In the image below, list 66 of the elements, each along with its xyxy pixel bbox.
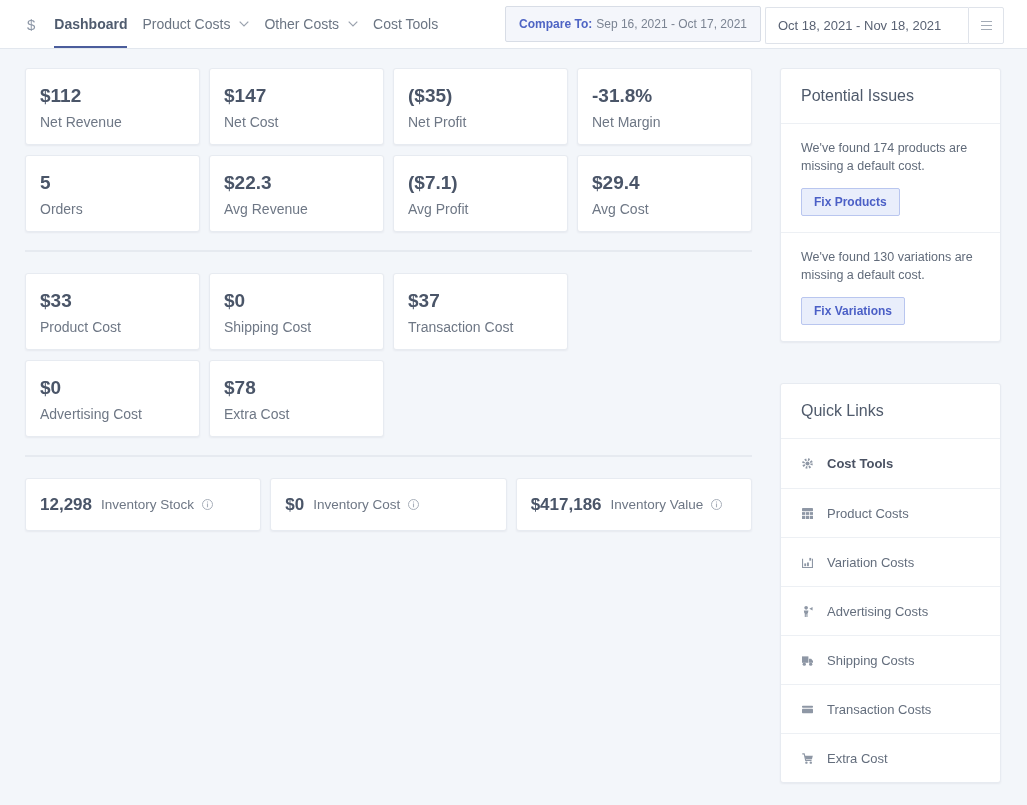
stat-label: Transaction Cost	[408, 318, 515, 336]
date-range-field[interactable]: Oct 18, 2021 - Nov 18, 2021	[765, 6, 968, 44]
inventory-label: Inventory Stock	[101, 497, 195, 512]
stat-label: Extra Cost	[224, 405, 291, 423]
quick-link[interactable]: Shipping Costs	[781, 635, 1000, 684]
stat-value: $0	[40, 376, 63, 400]
quick-link[interactable]: Product Costs	[781, 488, 1000, 537]
quick-link[interactable]: Advertising Costs	[781, 586, 1000, 635]
app-logo: $	[27, 15, 36, 33]
stat-value: $147	[224, 84, 268, 108]
stat-label: Orders	[40, 200, 84, 218]
stat-value: ($7.1)	[408, 171, 459, 195]
stat-label: Shipping Cost	[224, 318, 313, 336]
menu-button[interactable]	[968, 6, 1004, 44]
stat-label: Advertising Cost	[40, 405, 143, 423]
chart-icon	[802, 556, 813, 568]
stat-label: Product Cost	[40, 318, 122, 336]
nav-tab[interactable]: Cost Tools	[373, 0, 439, 48]
quick-link[interactable]: Extra Cost	[781, 733, 1000, 782]
chevron-down-icon	[239, 21, 250, 27]
inventory-label: Inventory Value	[610, 497, 704, 512]
nav-tab[interactable]: Other Costs	[264, 0, 359, 48]
stat-label: Net Revenue	[40, 113, 123, 131]
info-icon[interactable]	[408, 499, 420, 510]
truck-icon	[802, 654, 813, 666]
menu-icon	[980, 20, 992, 30]
stat-label: Net Cost	[224, 113, 280, 131]
stat-label: Net Margin	[592, 113, 662, 131]
compare-range-button[interactable]: Compare To: Sep 16, 2021 - Oct 17, 2021	[505, 6, 761, 42]
chevron-down-icon	[348, 21, 359, 27]
fix-button[interactable]: Fix Products	[801, 188, 900, 216]
panel-title: Potential Issues	[781, 69, 1000, 124]
stat-label: Avg Revenue	[224, 200, 309, 218]
stat-value: $0	[224, 289, 247, 313]
stat-value: 5	[40, 171, 52, 195]
fix-button[interactable]: Fix Variations	[801, 297, 906, 325]
stat-label: Avg Cost	[592, 200, 650, 218]
panel-title: Quick Links	[781, 384, 1000, 439]
cart-icon	[802, 752, 813, 764]
nav-tab[interactable]: Dashboard	[54, 0, 128, 48]
stat-label: Net Profit	[408, 113, 468, 131]
nav-tab[interactable]: Product Costs	[142, 0, 250, 48]
issue-message: We've found 130 variations are missing a default cost.	[801, 249, 974, 284]
stat-value: $22.3	[224, 171, 273, 195]
stat-value: -31.8%	[592, 84, 654, 108]
inventory-value: $417,186	[530, 494, 602, 515]
inventory-label: Inventory Cost	[313, 497, 401, 512]
issue-message: We've found 174 products are missing a default cost.	[801, 140, 969, 175]
credit-card-icon	[802, 703, 813, 715]
stat-value: $112	[40, 84, 83, 108]
stat-value: $33	[40, 289, 73, 313]
stat-value: $37	[408, 289, 441, 313]
stat-value: $29.4	[592, 171, 641, 195]
stat-value: $78	[224, 376, 257, 400]
person-icon	[802, 605, 813, 617]
inventory-value: $0	[285, 494, 305, 515]
table-icon	[802, 507, 813, 519]
inventory-value: 12,298	[40, 494, 92, 515]
quick-link[interactable]: Cost Tools	[781, 439, 1000, 488]
stat-value: ($35)	[408, 84, 454, 108]
quick-link[interactable]: Transaction Costs	[781, 684, 1000, 733]
stat-label: Avg Profit	[408, 200, 470, 218]
info-icon[interactable]	[711, 499, 723, 510]
quick-link[interactable]: Variation Costs	[781, 537, 1000, 586]
gear-icon	[802, 458, 813, 469]
info-icon[interactable]	[202, 499, 214, 510]
